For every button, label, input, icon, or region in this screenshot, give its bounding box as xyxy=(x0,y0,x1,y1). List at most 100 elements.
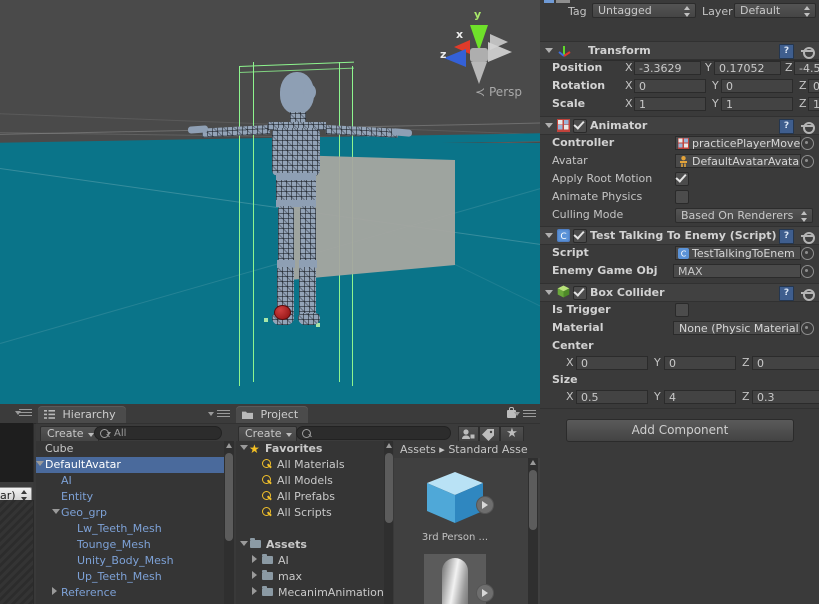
center-x-input[interactable]: 0 xyxy=(576,356,648,370)
foldout-triangle-icon[interactable] xyxy=(252,569,261,585)
asset-item-prefab[interactable] xyxy=(424,470,494,528)
position-z-input[interactable]: -4.5026 xyxy=(794,61,819,75)
hierarchy-search-input[interactable]: All xyxy=(94,426,222,440)
hierarchy-row[interactable]: Unity_Body_Mesh xyxy=(36,553,224,569)
animator-controller-field[interactable]: practicePlayerMove xyxy=(675,136,801,150)
help-icon[interactable]: ? xyxy=(779,229,794,244)
add-component-button[interactable]: Add Component xyxy=(566,419,794,442)
position-x-input[interactable]: -3.3629 xyxy=(634,61,701,75)
scene-view[interactable]: y x z ≺ Persp xyxy=(0,0,540,404)
foldout-triangle-icon[interactable] xyxy=(545,48,553,53)
asset-preview-play-badge[interactable] xyxy=(476,496,494,514)
project-panel-menu-icon[interactable] xyxy=(514,410,537,420)
foldout-triangle-icon[interactable] xyxy=(52,585,61,601)
enemy-game-obj-field[interactable]: MAX xyxy=(673,264,801,278)
size-x-input[interactable]: 0.5 xyxy=(576,390,648,404)
asset-grid[interactable]: 3rd Person ... xyxy=(394,458,528,604)
gear-icon[interactable] xyxy=(801,120,815,134)
project-tree-scroll-thumb[interactable] xyxy=(385,453,393,523)
scale-y-input[interactable]: 1 xyxy=(721,97,793,111)
foldout-triangle-icon[interactable] xyxy=(252,553,261,569)
hierarchy-scroll-thumb[interactable] xyxy=(225,453,233,541)
asset-grid-scrollbar[interactable] xyxy=(528,458,538,604)
gear-icon[interactable] xyxy=(801,45,815,59)
script-asset-picker[interactable] xyxy=(801,247,814,260)
project-asset-browser[interactable]: Assets ▸ Standard Asse 3rd Person ... xyxy=(394,441,540,604)
gizmo-sphere-handle[interactable] xyxy=(274,305,291,320)
hierarchy-row[interactable]: Cube xyxy=(36,441,224,457)
project-tree-row[interactable]: Assets xyxy=(236,537,384,553)
asset-preview-play-badge[interactable] xyxy=(476,584,494,602)
foldout-triangle-icon[interactable] xyxy=(252,585,261,601)
gear-icon[interactable] xyxy=(801,287,815,301)
size-y-input[interactable]: 4 xyxy=(664,390,736,404)
gizmo-center-hub[interactable] xyxy=(470,48,488,62)
component-header-script[interactable]: C Test Talking To Enemy (Script) ? xyxy=(540,226,819,245)
hierarchy-row[interactable]: AI xyxy=(36,473,224,489)
tag-dropdown[interactable]: Untagged xyxy=(592,3,696,18)
script-asset-field[interactable]: C TestTalkingToEnem xyxy=(675,246,801,260)
rotation-z-input[interactable]: 0 xyxy=(808,79,819,93)
project-tree-row[interactable]: ★ Favorites xyxy=(236,441,384,457)
scale-z-input[interactable]: 1 xyxy=(808,97,819,111)
foldout-triangle-icon[interactable] xyxy=(36,457,45,473)
tab-project[interactable]: Project xyxy=(236,406,309,423)
component-header-transform[interactable]: Transform ? xyxy=(540,41,819,60)
foldout-triangle-icon[interactable] xyxy=(545,123,553,128)
project-tree-row[interactable]: All Models xyxy=(236,473,384,489)
project-tree-scrollbar[interactable] xyxy=(384,441,393,604)
is-trigger-checkbox[interactable] xyxy=(675,303,689,317)
physic-material-field[interactable]: None (Physic Material xyxy=(673,321,801,335)
project-tree-row[interactable]: All Prefabs xyxy=(236,489,384,505)
hierarchy-scrollbar[interactable] xyxy=(224,441,234,604)
hierarchy-row[interactable]: Up_Teeth_Mesh xyxy=(36,569,224,585)
component-header-animator[interactable]: Animator ? xyxy=(540,116,819,135)
animator-avatar-field[interactable]: DefaultAvatarAvatar xyxy=(675,154,801,168)
scene-projection-label[interactable]: ≺ Persp xyxy=(475,85,522,99)
center-y-input[interactable]: 0 xyxy=(664,356,736,370)
panel-menu-icon[interactable] xyxy=(15,409,33,419)
component-header-box-collider[interactable]: Box Collider ? xyxy=(540,283,819,302)
foldout-triangle-icon[interactable] xyxy=(240,441,249,457)
project-tree[interactable]: ★ Favorites All Materials All Models All Pre… xyxy=(236,441,384,604)
box-collider-enabled-checkbox[interactable] xyxy=(573,286,587,300)
asset-grid-scroll-thumb[interactable] xyxy=(529,470,537,530)
help-icon[interactable]: ? xyxy=(779,44,794,59)
scale-x-input[interactable]: 1 xyxy=(634,97,706,111)
asset-item-model[interactable] xyxy=(424,554,494,604)
project-tree-row[interactable]: All Scripts xyxy=(236,505,384,521)
rotation-x-input[interactable]: 0 xyxy=(634,79,706,93)
enemy-game-obj-picker[interactable] xyxy=(801,265,814,278)
hierarchy-row[interactable]: Entity xyxy=(36,489,224,505)
gear-icon[interactable] xyxy=(801,230,815,244)
scroll-up-arrow[interactable] xyxy=(530,460,536,465)
animate-physics-checkbox[interactable] xyxy=(675,190,689,204)
scroll-up-arrow[interactable] xyxy=(226,443,232,448)
breadcrumb[interactable]: Assets ▸ Standard Asse xyxy=(394,441,540,458)
hierarchy-row[interactable]: DefaultAvatar xyxy=(36,457,224,473)
project-tree-row[interactable]: All Materials xyxy=(236,457,384,473)
project-tree-row[interactable]: max xyxy=(236,569,384,585)
hierarchy-row[interactable]: Lw_Teeth_Mesh xyxy=(36,521,224,537)
animator-enabled-checkbox[interactable] xyxy=(573,119,587,133)
center-z-input[interactable]: 0 xyxy=(752,356,819,370)
hierarchy-row[interactable]: Geo_grp xyxy=(36,505,224,521)
size-z-input[interactable]: 0.3 xyxy=(752,390,819,404)
help-icon[interactable]: ? xyxy=(779,119,794,134)
project-search-input[interactable] xyxy=(296,426,451,440)
hierarchy-row[interactable]: Tounge_Mesh xyxy=(36,537,224,553)
help-icon[interactable]: ? xyxy=(779,286,794,301)
animator-controller-picker[interactable] xyxy=(801,137,814,150)
foldout-triangle-icon[interactable] xyxy=(52,505,61,521)
animator-avatar-picker[interactable] xyxy=(801,155,814,168)
foldout-triangle-icon[interactable] xyxy=(545,233,553,238)
gizmo-neg-y-cone[interactable] xyxy=(471,62,487,84)
project-tree-row[interactable]: AI xyxy=(236,553,384,569)
script-enabled-checkbox[interactable] xyxy=(573,229,587,243)
tab-hierarchy[interactable]: Hierarchy xyxy=(38,406,126,423)
foldout-triangle-icon[interactable] xyxy=(545,290,553,295)
layer-dropdown[interactable]: Default xyxy=(734,3,816,18)
project-tree-row[interactable] xyxy=(236,521,384,537)
hierarchy-row[interactable]: Reference xyxy=(36,585,224,601)
apply-root-motion-checkbox[interactable] xyxy=(675,172,689,186)
